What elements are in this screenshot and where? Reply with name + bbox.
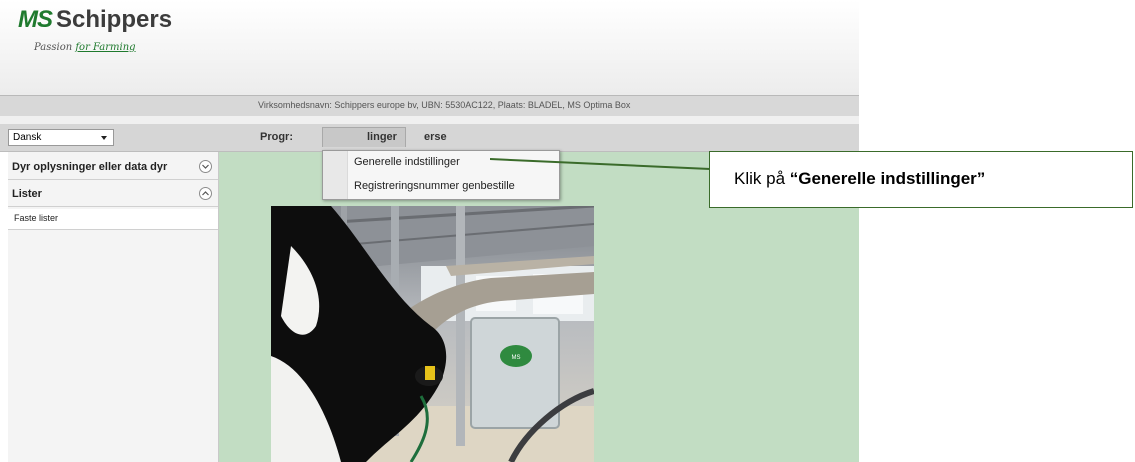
menu-other[interactable]: erse <box>424 131 447 143</box>
sidebar-item-fixed-lists[interactable]: Faste lister <box>8 209 218 230</box>
logo-mark: MS <box>18 6 53 33</box>
spacer <box>0 116 859 124</box>
company-info-text: Virksomhedsnavn: Schippers europe bv, UB… <box>258 100 631 110</box>
instruction-callout: Klik på “Generelle indstillinger” <box>709 151 1133 208</box>
chevron-down-icon[interactable] <box>199 160 212 173</box>
menu-item-general-settings[interactable]: Generelle indstillinger <box>354 156 460 168</box>
menu-settings[interactable]: linger <box>322 127 406 147</box>
sidebar-item-label: Faste lister <box>14 213 59 223</box>
callout-prefix: Klik på <box>734 169 790 188</box>
callout-emphasis: “Generelle indstillinger” <box>789 169 986 188</box>
callout-text: Klik på “Generelle indstillinger” <box>734 169 985 189</box>
sidebar-section-lists[interactable]: Lister <box>8 183 218 207</box>
sidebar-section-animal-data[interactable]: Dyr oplysninger eller data dyr <box>8 156 218 180</box>
company-info-bar: Virksomhedsnavn: Schippers europe bv, UB… <box>0 95 859 117</box>
tagline-end: for Farming <box>75 42 136 53</box>
menu-gutter <box>323 151 348 199</box>
menu-item-registration-reorder[interactable]: Registreringsnummer genbestille <box>354 180 515 192</box>
svg-text:MS: MS <box>512 355 521 361</box>
logo-name: Schippers <box>56 6 173 33</box>
header: MS Schippers Passion for Farming <box>0 0 859 95</box>
sidebar-section-label: Lister <box>12 188 42 200</box>
language-value: Dansk <box>13 132 42 143</box>
toolbar: Dansk Progr: linger erse <box>0 124 859 152</box>
sidebar: Dyr oplysninger eller data dyr Lister Fa… <box>8 152 219 462</box>
sidebar-section-label: Dyr oplysninger eller data dyr <box>12 161 168 173</box>
tagline-start: Passion <box>34 42 76 53</box>
cow-feeding-box-photo: MS <box>271 206 594 462</box>
language-select[interactable]: Dansk <box>8 129 114 146</box>
company-logo: MS Schippers <box>18 6 172 34</box>
app-window: MS Schippers Passion for Farming Virksomh… <box>0 0 859 462</box>
dropdown-arrow-icon <box>101 136 107 140</box>
callout-pointer-line <box>490 158 711 170</box>
menu-programs[interactable]: Progr: <box>260 131 293 143</box>
chevron-up-icon[interactable] <box>199 187 212 200</box>
logo-tagline: Passion for Farming <box>34 42 136 53</box>
